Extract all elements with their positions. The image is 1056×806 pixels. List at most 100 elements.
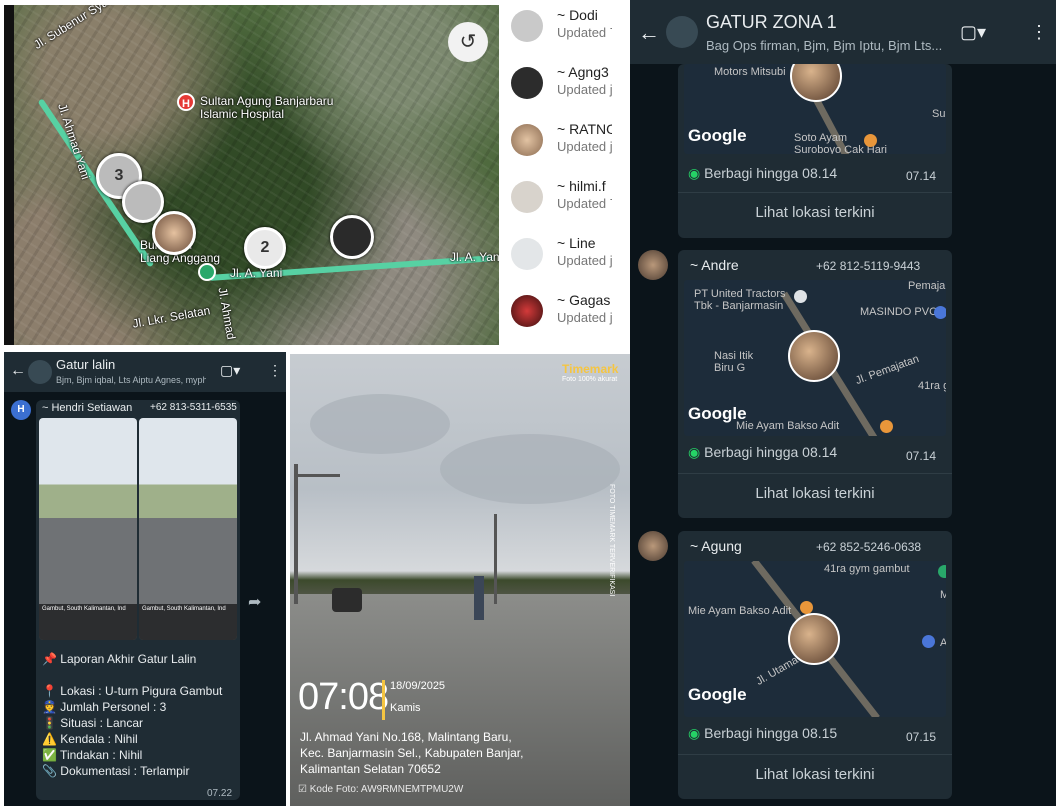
forward-icon[interactable]: ➦ bbox=[248, 592, 261, 612]
photo-address-line: Kalimantan Selatan 70652 bbox=[300, 762, 441, 776]
map-label: 41ra g bbox=[918, 380, 946, 392]
undo-icon[interactable]: ↺ bbox=[448, 22, 488, 62]
officer-figure bbox=[474, 576, 484, 620]
live-location-status: ◉ Berbagi hingga 08.14 bbox=[688, 444, 837, 461]
video-call-icon[interactable]: ▢▾ bbox=[960, 22, 986, 43]
restaurant-icon bbox=[864, 134, 877, 147]
sender-name[interactable]: ~ Hendri Setiawan bbox=[42, 402, 132, 414]
map-pin-avatar-group[interactable] bbox=[152, 211, 196, 255]
view-live-location-button[interactable]: Lihat lokasi terkini bbox=[678, 766, 952, 783]
photo-date: 18/09/2025 bbox=[390, 680, 446, 692]
sender-name[interactable]: ~ Andre bbox=[690, 257, 739, 273]
contact-updated: Updated 7 bbox=[557, 25, 612, 40]
attached-photo[interactable]: Gambut, South Kalimantan, Ind bbox=[139, 418, 237, 640]
list-item[interactable]: ~ Agng3 Updated j bbox=[499, 62, 612, 117]
contact-updated: Updated ju bbox=[557, 139, 612, 154]
cloud bbox=[310, 394, 450, 454]
more-options-icon[interactable]: ⋮ bbox=[268, 362, 282, 379]
map-label: Jl. Pemajatan bbox=[853, 352, 921, 388]
message-time: 07.22 bbox=[207, 788, 233, 799]
gym-icon bbox=[938, 565, 946, 578]
more-options-icon[interactable]: ⋮ bbox=[1030, 22, 1048, 43]
video-call-icon[interactable]: ▢▾ bbox=[220, 362, 240, 379]
map-pin-cluster-2[interactable]: 2 bbox=[244, 227, 286, 269]
roundabout-marker-icon[interactable] bbox=[198, 263, 216, 281]
google-logo: Google bbox=[688, 404, 747, 423]
traffic-pole-arm bbox=[294, 474, 340, 477]
gatur-zona-chat: ← GATUR ZONA 1 Bag Ops firman, Bjm, Bjm … bbox=[630, 0, 1056, 806]
gatur-lalin-chat: ← Gatur lalin Bjm, Bjm iqbal, Lts Aiptu … bbox=[4, 352, 286, 806]
chat-title[interactable]: Gatur lalin bbox=[56, 357, 115, 372]
photo-day: Kamis bbox=[390, 702, 421, 714]
sender-avatar[interactable] bbox=[638, 531, 668, 561]
timemark-photo[interactable]: Timemark Foto 100% akurat FOTO TIMEMARK … bbox=[290, 354, 630, 806]
photo-caption: Gambut, South Kalimantan, Ind bbox=[139, 604, 237, 640]
report-documentation: 📎 Dokumentasi : Terlampir bbox=[42, 764, 190, 778]
list-item[interactable]: ~ hilmi.f Updated 7 bbox=[499, 176, 612, 231]
avatar bbox=[511, 181, 543, 213]
utility-pole bbox=[494, 514, 497, 604]
sender-avatar[interactable] bbox=[638, 250, 668, 280]
group-avatar[interactable] bbox=[666, 16, 698, 48]
view-live-location-button[interactable]: Lihat lokasi terkini bbox=[678, 204, 952, 221]
live-location-map[interactable]: Motors Mitsubi Soto Ayam Suroboyo Cak Ha… bbox=[684, 64, 946, 154]
sender-phone: +62 813-5311-6535 bbox=[150, 402, 237, 413]
map-label-ayani-1: Jl. A. Yani bbox=[230, 266, 283, 280]
contact-name: ~ RATNO bbox=[557, 121, 612, 137]
sender-name[interactable]: ~ Agung bbox=[690, 538, 742, 554]
hospital-icon[interactable]: H bbox=[177, 93, 195, 111]
map-label-ayani-2: Jl. A. Yani bbox=[450, 250, 503, 264]
photo-address-line: Kec. Banjarmasin Sel., Kabupaten Banjar, bbox=[300, 746, 524, 760]
live-location-icon: ◉ bbox=[688, 444, 701, 460]
sender-avatar[interactable]: H bbox=[11, 400, 31, 420]
list-item[interactable]: ~ Line Updated ju bbox=[499, 233, 612, 288]
map-label: Nasi Itik Biru G bbox=[714, 350, 754, 374]
back-arrow-icon[interactable]: ← bbox=[10, 362, 26, 380]
map-pin-dark-avatar[interactable] bbox=[330, 215, 374, 259]
location-avatar[interactable] bbox=[790, 64, 842, 102]
divider bbox=[678, 473, 952, 474]
google-logo: Google bbox=[688, 126, 747, 145]
shop-icon bbox=[922, 635, 935, 648]
contact-name: ~ Line bbox=[557, 235, 596, 251]
map-label-hospital: Sultan Agung Banjarbaru Islamic Hospital bbox=[200, 94, 334, 121]
live-location-map[interactable]: 41ra gym gambut Mie Ayam Bakso Adit Jl. … bbox=[684, 561, 946, 717]
list-item[interactable]: ~ Dodi Updated 7 bbox=[499, 5, 612, 60]
chat-subtitle[interactable]: Bjm, Bjm iqbal, Lts Aiptu Agnes, myph... bbox=[56, 375, 206, 385]
live-location-map-panel: Jl. Subenur Syaril Jl. Ahmad Yani H Sult… bbox=[4, 5, 612, 345]
contact-updated: Updated 7 bbox=[557, 196, 612, 211]
google-logo: Google bbox=[688, 685, 747, 704]
photo-caption-text: Gambut, South Kalimantan, Ind bbox=[142, 606, 226, 612]
chat-title[interactable]: GATUR ZONA 1 bbox=[706, 12, 837, 33]
location-message[interactable]: PT United Tractors Tbk - Banjarmasin MAS… bbox=[678, 250, 952, 518]
location-avatar[interactable] bbox=[788, 330, 840, 382]
live-location-status: ◉ Berbagi hingga 08.15 bbox=[688, 725, 837, 742]
timemark-logo: Timemark bbox=[562, 362, 619, 376]
map-label: Sul bbox=[932, 108, 946, 120]
list-item[interactable]: ~ RATNO Updated ju bbox=[499, 119, 612, 174]
view-live-location-button[interactable]: Lihat lokasi terkini bbox=[678, 485, 952, 502]
map-label: Jl. Utama bbox=[754, 654, 801, 688]
live-location-icon: ◉ bbox=[688, 165, 701, 181]
map-label: MASINDO PVC bbox=[860, 306, 938, 318]
avatar bbox=[511, 238, 543, 270]
chat-subtitle[interactable]: Bag Ops firman, Bjm, Bjm Iptu, Bjm Lts..… bbox=[706, 38, 946, 53]
share-until-text: Berbagi hingga 08.14 bbox=[704, 165, 838, 181]
photo-code: ☑ Kode Foto: AW9RMNEMTPMU2W bbox=[298, 784, 464, 795]
contact-updated: Updated ju bbox=[557, 310, 612, 325]
attached-photo[interactable]: Gambut, South Kalimantan, Ind bbox=[39, 418, 137, 640]
report-action: ✅ Tindakan : Nihil bbox=[42, 748, 143, 762]
location-message[interactable]: 41ra gym gambut Mie Ayam Bakso Adit Jl. … bbox=[678, 531, 952, 799]
motorbike bbox=[332, 588, 362, 612]
screen-bezel bbox=[4, 5, 14, 345]
back-arrow-icon[interactable]: ← bbox=[638, 20, 660, 46]
report-obstacle: ⚠️ Kendala : Nihil bbox=[42, 732, 138, 746]
location-avatar[interactable] bbox=[788, 613, 840, 665]
live-location-status: ◉ Berbagi hingga 08.14 bbox=[688, 165, 837, 182]
sender-phone: +62 812-5119-9443 bbox=[816, 259, 921, 273]
share-until-text: Berbagi hingga 08.15 bbox=[704, 725, 838, 741]
live-location-map[interactable]: PT United Tractors Tbk - Banjarmasin MAS… bbox=[684, 280, 946, 436]
list-item[interactable]: ~ Gagas Updated ju bbox=[499, 290, 612, 345]
contact-updated: Updated ju bbox=[557, 253, 612, 268]
group-avatar[interactable] bbox=[28, 360, 52, 384]
